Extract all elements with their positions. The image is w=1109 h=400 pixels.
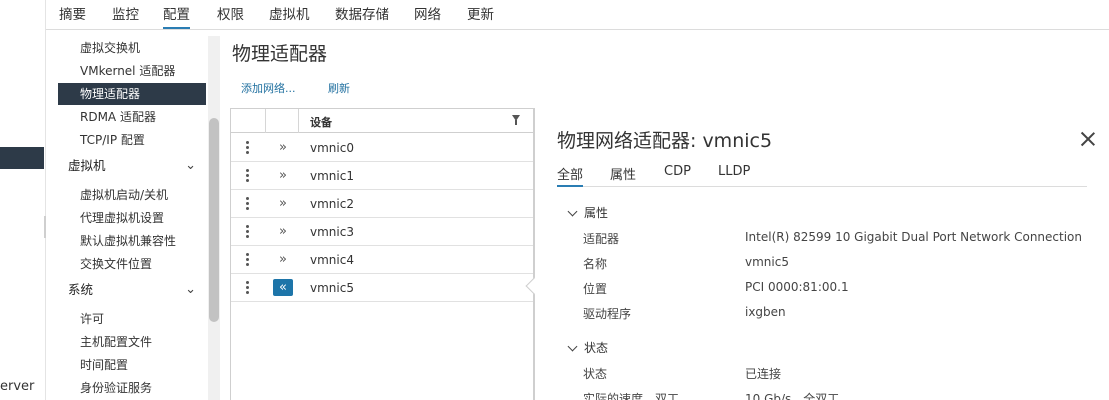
detail-tab-cdp[interactable]: CDP <box>664 164 691 187</box>
detail-tab-bar: 全部 属性 CDP LLDP <box>557 163 1087 187</box>
row-actions-icon[interactable] <box>246 169 249 183</box>
row-actions-icon[interactable] <box>246 141 249 155</box>
sidebar-item-virtual-switches[interactable]: 虚拟交换机 <box>60 37 206 59</box>
sidebar-section-vms[interactable]: 虚拟机 ⌄ <box>60 155 206 177</box>
property-value: vmnic5 <box>745 255 789 269</box>
status-key: 实际的速度，双工 <box>583 392 680 400</box>
tab-vms[interactable]: 虚拟机 <box>269 3 310 29</box>
sidebar-item-swap-file-location[interactable]: 交换文件位置 <box>60 253 206 275</box>
expand-icon[interactable]: » <box>273 251 293 268</box>
status-value: 已连接 <box>745 367 782 381</box>
detail-tab-properties[interactable]: 属性 <box>610 164 636 187</box>
tab-configure[interactable]: 配置 <box>163 3 190 29</box>
sidebar-section-label: 虚拟机 <box>68 158 106 173</box>
table-row[interactable]: » vmnic3 <box>231 218 533 246</box>
row-device-name: vmnic1 <box>310 169 354 183</box>
detail-panel: 物理网络适配器: vmnic5 全部 属性 CDP LLDP 属性 适配器 In… <box>525 108 1109 400</box>
sidebar-scrollbar-thumb[interactable] <box>209 118 219 322</box>
row-device-name: vmnic2 <box>310 197 354 211</box>
main-content: 物理适配器 添加网络... 刷新 设备 » vmnic0 » vmnic1 » … <box>220 30 1109 400</box>
sidebar-item-host-profile[interactable]: 主机配置文件 <box>60 331 206 353</box>
detail-tab-all[interactable]: 全部 <box>557 164 584 187</box>
sidebar-section-system[interactable]: 系统 ⌄ <box>60 279 206 301</box>
close-icon[interactable] <box>1081 132 1095 146</box>
expand-icon[interactable]: » <box>273 167 293 184</box>
status-group-toggle[interactable]: 状态 <box>567 339 608 356</box>
row-actions-icon[interactable] <box>246 281 249 295</box>
left-panel-partial-label: erver <box>0 379 35 394</box>
group-label: 属性 <box>584 206 609 220</box>
column-divider <box>298 109 299 133</box>
sidebar-item-vmkernel-adapters[interactable]: VMkernel 适配器 <box>60 60 206 82</box>
expand-icon[interactable]: » <box>273 223 293 240</box>
tab-networks[interactable]: 网络 <box>414 3 441 29</box>
sidebar-item-physical-adapters[interactable]: 物理适配器 <box>58 83 206 105</box>
row-device-name: vmnic0 <box>310 141 354 155</box>
expand-icon[interactable]: » <box>273 195 293 212</box>
property-value: ixgben <box>745 305 786 319</box>
adapters-table: 设备 » vmnic0 » vmnic1 » vmnic2 » vmnic3 »… <box>230 108 534 400</box>
config-sidebar: 虚拟交换机 VMkernel 适配器 物理适配器 RDMA 适配器 TCP/IP… <box>46 30 220 400</box>
sidebar-item-auth-services[interactable]: 身份验证服务 <box>60 377 206 399</box>
refresh-button[interactable]: 刷新 <box>328 80 350 96</box>
sidebar-item-tcpip-config[interactable]: TCP/IP 配置 <box>60 129 206 151</box>
row-actions-icon[interactable] <box>246 197 249 211</box>
sidebar-item-time-config[interactable]: 时间配置 <box>60 354 206 376</box>
sidebar-section-label: 系统 <box>68 282 94 297</box>
row-device-name: vmnic3 <box>310 225 354 239</box>
row-actions-icon[interactable] <box>246 253 249 267</box>
group-label: 状态 <box>584 341 609 355</box>
property-key: 位置 <box>583 282 608 296</box>
expand-icon[interactable]: » <box>273 139 293 156</box>
property-value: PCI 0000:81:00.1 <box>745 280 849 294</box>
sidebar-item-rdma-adapters[interactable]: RDMA 适配器 <box>60 106 206 128</box>
table-row[interactable]: » vmnic2 <box>231 190 533 218</box>
status-value: 10 Gb/s，全双工 <box>745 392 840 400</box>
table-row[interactable]: » vmnic4 <box>231 246 533 274</box>
row-device-name: vmnic5 <box>310 281 354 295</box>
filter-icon[interactable] <box>512 115 520 125</box>
sidebar-item-default-vm-compat[interactable]: 默认虚拟机兼容性 <box>60 230 206 252</box>
chevron-down-icon <box>567 206 578 217</box>
table-row[interactable]: » vmnic1 <box>231 162 533 190</box>
tab-monitor[interactable]: 监控 <box>112 3 139 29</box>
table-header: 设备 <box>231 109 533 133</box>
property-key: 驱动程序 <box>583 307 632 321</box>
row-actions-icon[interactable] <box>246 225 249 239</box>
collapse-icon[interactable]: « <box>273 279 293 296</box>
sidebar-item-agent-vm-settings[interactable]: 代理虚拟机设置 <box>60 207 206 229</box>
column-divider <box>265 109 266 133</box>
page-title: 物理适配器 <box>232 43 328 65</box>
property-value: Intel(R) 82599 10 Gigabit Dual Port Netw… <box>745 230 1082 244</box>
tab-updates[interactable]: 更新 <box>467 3 494 29</box>
left-panel: erver <box>0 0 47 400</box>
properties-group-toggle[interactable]: 属性 <box>567 204 608 221</box>
tab-datastores[interactable]: 数据存储 <box>335 3 389 29</box>
property-key: 适配器 <box>583 232 620 246</box>
status-key: 状态 <box>583 367 608 381</box>
tab-permissions[interactable]: 权限 <box>217 3 244 29</box>
detail-tab-lldp[interactable]: LLDP <box>718 164 750 187</box>
top-tab-bar: 摘要 监控 配置 权限 虚拟机 数据存储 网络 更新 <box>46 0 1109 30</box>
column-header-device[interactable]: 设备 <box>310 114 332 130</box>
left-panel-selected-row[interactable] <box>0 147 44 169</box>
tab-summary[interactable]: 摘要 <box>59 3 86 29</box>
row-device-name: vmnic4 <box>310 253 354 267</box>
chevron-down-icon: ⌄ <box>185 282 196 297</box>
chevron-down-icon <box>567 341 578 352</box>
table-row-selected[interactable]: « vmnic5 <box>231 274 533 302</box>
sidebar-item-vm-startup[interactable]: 虚拟机启动/关机 <box>60 184 206 206</box>
table-row[interactable]: » vmnic0 <box>231 134 533 162</box>
sidebar-item-licensing[interactable]: 许可 <box>60 308 206 330</box>
add-network-button[interactable]: 添加网络... <box>241 80 296 96</box>
property-key: 名称 <box>583 257 608 271</box>
detail-title: 物理网络适配器: vmnic5 <box>557 130 773 152</box>
chevron-down-icon: ⌄ <box>185 158 196 173</box>
